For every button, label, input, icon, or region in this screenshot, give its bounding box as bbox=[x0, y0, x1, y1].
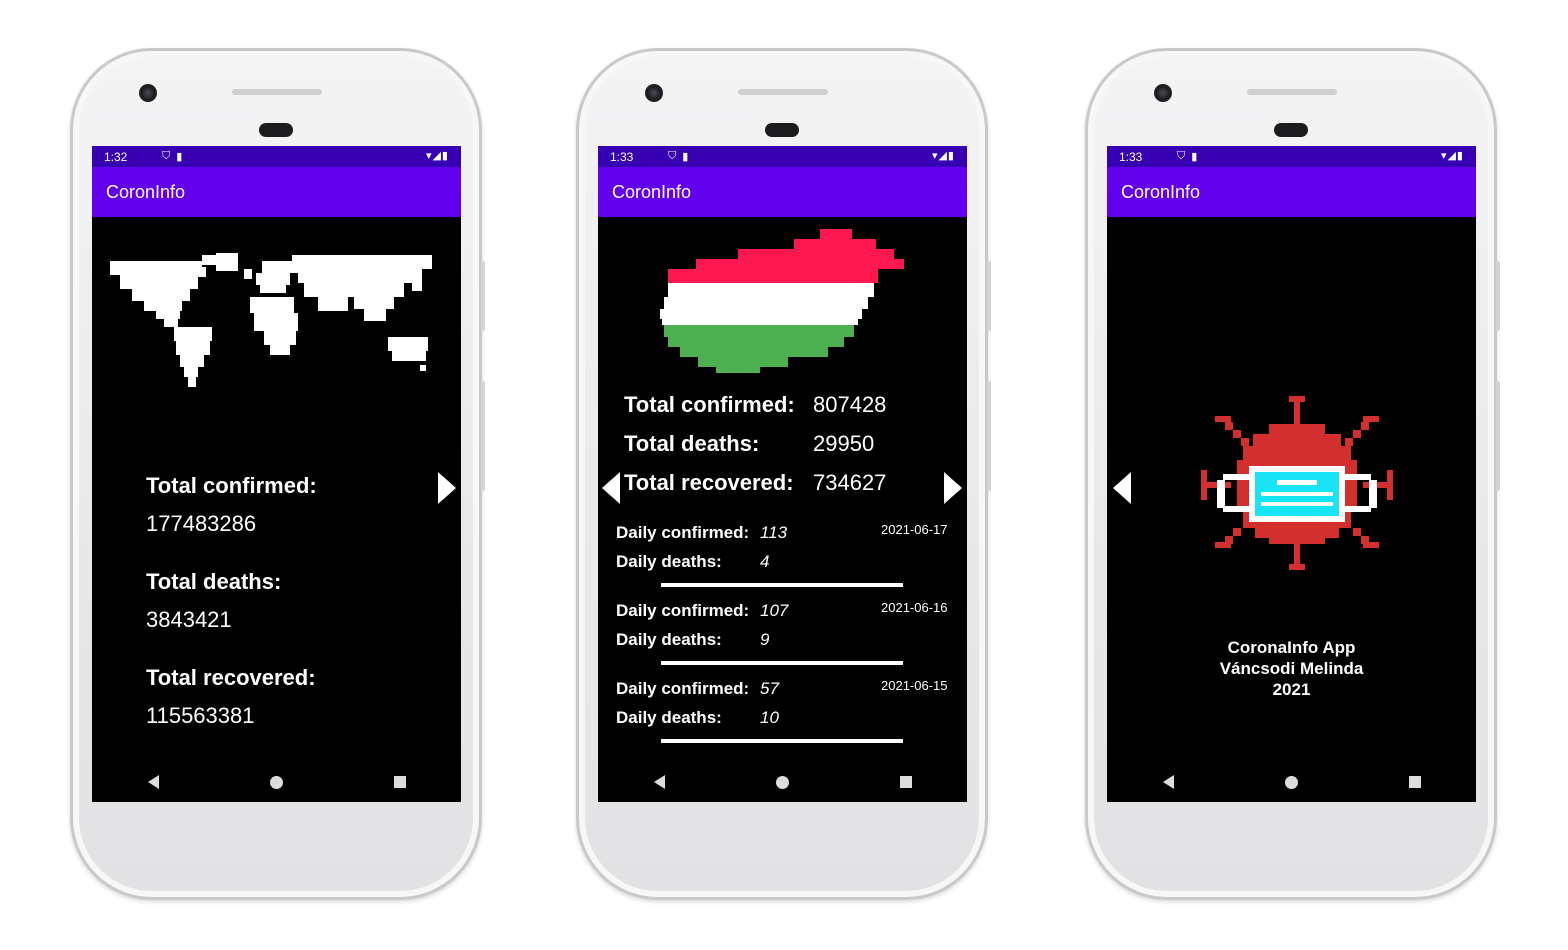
world-map-icon bbox=[110, 253, 432, 387]
phone-frame-hungary: 1:33 ⛉ ▮ ▾◢▮ CoronInfo Total confirmed: … bbox=[576, 48, 991, 900]
proximity-sensor bbox=[259, 123, 293, 137]
earpiece-speaker bbox=[232, 89, 322, 95]
author-name-text: Váncsodi Melinda bbox=[1219, 659, 1364, 678]
volume-button bbox=[481, 381, 485, 491]
total-deaths-value: 3843421 bbox=[146, 607, 232, 632]
hungary-content: Total confirmed: 807428 Total deaths: 29… bbox=[598, 217, 967, 763]
total-confirmed-value: 177483286 bbox=[146, 511, 257, 536]
system-nav-bar bbox=[1107, 762, 1476, 802]
shield-icon: ⛉ bbox=[1177, 150, 1186, 162]
screen-about: 1:33 ⛉ ▮ ▾◢▮ CoronInfo CoronaInfo App Vá… bbox=[1107, 146, 1476, 802]
next-page-arrow-icon[interactable] bbox=[944, 472, 962, 504]
daily-confirmed-value: 57 bbox=[760, 679, 779, 698]
earpiece-speaker bbox=[738, 89, 828, 95]
total-recovered-value: 734627 bbox=[813, 470, 887, 495]
sd-card-icon: ▮ bbox=[1191, 151, 1198, 163]
earpiece-speaker bbox=[1247, 89, 1337, 95]
front-camera bbox=[1154, 84, 1172, 102]
daily-confirmed-label: Daily confirmed: bbox=[616, 679, 750, 698]
nav-home-icon[interactable] bbox=[269, 775, 283, 789]
volume-button bbox=[987, 381, 991, 491]
screen-hungary: 1:33 ⛉ ▮ ▾◢▮ CoronInfo Total confirmed: … bbox=[598, 146, 967, 802]
nav-home-icon[interactable] bbox=[1284, 775, 1298, 789]
list-divider bbox=[661, 661, 903, 665]
shield-icon: ⛉ bbox=[668, 150, 677, 162]
year-text: 2021 bbox=[1272, 680, 1311, 699]
daily-deaths-value: 4 bbox=[760, 552, 770, 571]
nav-recents-icon[interactable] bbox=[899, 776, 912, 788]
front-camera bbox=[645, 84, 663, 102]
masked-virus-icon bbox=[1201, 396, 1393, 570]
sd-card-icon: ▮ bbox=[682, 151, 689, 163]
nav-recents-icon[interactable] bbox=[1408, 776, 1421, 788]
total-deaths-label: Total deaths: bbox=[624, 431, 760, 456]
app-bar: CoronInfo bbox=[92, 167, 461, 217]
signal-battery-icons: ▾◢▮ bbox=[425, 150, 449, 162]
app-credits: CoronaInfo App Váncsodi Melinda 2021 bbox=[1107, 637, 1476, 700]
app-bar: CoronInfo bbox=[598, 167, 967, 217]
total-deaths-label: Total deaths: bbox=[146, 569, 282, 594]
previous-page-arrow-icon[interactable] bbox=[1113, 472, 1131, 504]
system-nav-bar bbox=[598, 762, 967, 802]
daily-deaths-label: Daily deaths: bbox=[616, 708, 722, 727]
nav-back-icon[interactable] bbox=[653, 775, 665, 789]
daily-date: 2021-06-17 bbox=[881, 522, 948, 537]
status-bar: 1:32 ⛉ ▮ ▾◢▮ bbox=[92, 146, 461, 167]
nav-home-icon[interactable] bbox=[775, 775, 789, 789]
total-recovered-label: Total recovered: bbox=[146, 665, 316, 690]
daily-confirmed-label: Daily confirmed: bbox=[616, 601, 750, 620]
total-deaths-value: 29950 bbox=[813, 431, 875, 456]
daily-date: 2021-06-15 bbox=[881, 678, 948, 693]
app-title: CoronInfo bbox=[612, 181, 692, 202]
status-time: 1:33 bbox=[610, 149, 634, 164]
power-button bbox=[987, 261, 991, 331]
shield-icon: ⛉ bbox=[162, 150, 171, 162]
nav-recents-icon[interactable] bbox=[393, 776, 406, 788]
next-page-arrow-icon[interactable] bbox=[438, 472, 456, 504]
app-title: CoronInfo bbox=[1121, 181, 1201, 202]
app-bar: CoronInfo bbox=[1107, 167, 1476, 217]
phone-frame-about: 1:33 ⛉ ▮ ▾◢▮ CoronInfo CoronaInfo App Vá… bbox=[1085, 48, 1500, 900]
app-name-text: CoronaInfo App bbox=[1227, 638, 1356, 657]
app-title: CoronInfo bbox=[106, 181, 186, 202]
total-confirmed-value: 807428 bbox=[813, 392, 887, 417]
total-recovered-value: 115563381 bbox=[146, 703, 255, 728]
daily-confirmed-label: Daily confirmed: bbox=[616, 523, 750, 542]
previous-page-arrow-icon[interactable] bbox=[602, 472, 620, 504]
front-camera bbox=[139, 84, 157, 102]
system-nav-bar bbox=[92, 762, 461, 802]
list-divider bbox=[661, 583, 903, 587]
daily-deaths-label: Daily deaths: bbox=[616, 552, 722, 571]
list-divider bbox=[661, 739, 903, 743]
volume-button bbox=[1496, 381, 1500, 491]
about-content: CoronaInfo App Váncsodi Melinda 2021 bbox=[1107, 217, 1476, 763]
daily-deaths-label: Daily deaths: bbox=[616, 630, 722, 649]
nav-back-icon[interactable] bbox=[1162, 775, 1174, 789]
daily-confirmed-value: 107 bbox=[760, 601, 789, 620]
nav-back-icon[interactable] bbox=[147, 775, 159, 789]
total-confirmed-label: Total confirmed: bbox=[624, 392, 795, 417]
hungary-flag-map-icon bbox=[660, 229, 904, 373]
world-content: Total confirmed: 177483286 Total deaths:… bbox=[92, 217, 461, 763]
proximity-sensor bbox=[1274, 123, 1308, 137]
status-bar: 1:33 ⛉ ▮ ▾◢▮ bbox=[598, 146, 967, 167]
sd-card-icon: ▮ bbox=[176, 151, 183, 163]
signal-battery-icons: ▾◢▮ bbox=[1440, 150, 1464, 162]
signal-battery-icons: ▾◢▮ bbox=[931, 150, 955, 162]
daily-date: 2021-06-16 bbox=[881, 600, 948, 615]
total-recovered-label: Total recovered: bbox=[624, 470, 794, 495]
screen-world: 1:32 ⛉ ▮ ▾◢▮ CoronInfo Total confirmed: … bbox=[92, 146, 461, 802]
status-time: 1:33 bbox=[1119, 149, 1143, 164]
status-bar: 1:33 ⛉ ▮ ▾◢▮ bbox=[1107, 146, 1476, 167]
daily-deaths-value: 10 bbox=[760, 708, 779, 727]
daily-deaths-value: 9 bbox=[760, 630, 770, 649]
proximity-sensor bbox=[765, 123, 799, 137]
daily-confirmed-value: 113 bbox=[760, 523, 788, 542]
total-confirmed-label: Total confirmed: bbox=[146, 473, 317, 498]
power-button bbox=[481, 261, 485, 331]
phone-frame-world: 1:32 ⛉ ▮ ▾◢▮ CoronInfo Total confirmed: … bbox=[70, 48, 485, 900]
status-time: 1:32 bbox=[104, 149, 128, 164]
power-button bbox=[1496, 261, 1500, 331]
